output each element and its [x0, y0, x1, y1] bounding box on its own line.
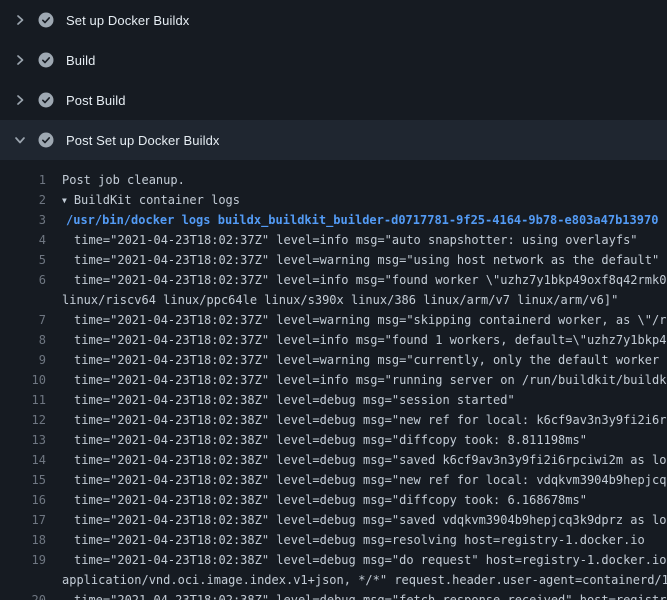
- check-circle-icon: [38, 92, 54, 108]
- line-number[interactable]: 18: [0, 533, 46, 547]
- log-text: time="2021-04-23T18:02:37Z" level=info m…: [62, 233, 638, 247]
- step-header[interactable]: Post Set up Docker Buildx: [0, 120, 667, 160]
- line-number[interactable]: 15: [0, 473, 46, 487]
- log-text: time="2021-04-23T18:02:37Z" level=info m…: [62, 373, 667, 387]
- line-number[interactable]: 12: [0, 413, 46, 427]
- log-line: linux/riscv64 linux/ppc64le linux/s390x …: [0, 290, 667, 310]
- log-text: linux/riscv64 linux/ppc64le linux/s390x …: [62, 293, 618, 307]
- chevron-right-icon: [12, 92, 28, 108]
- log-line: 19 time="2021-04-23T18:02:38Z" level=deb…: [0, 550, 667, 570]
- log-line: 9 time="2021-04-23T18:02:37Z" level=warn…: [0, 350, 667, 370]
- step-title: Set up Docker Buildx: [66, 13, 189, 28]
- log-text: time="2021-04-23T18:02:38Z" level=debug …: [62, 493, 587, 507]
- log-line: 14 time="2021-04-23T18:02:38Z" level=deb…: [0, 450, 667, 470]
- log-text: application/vnd.oci.image.index.v1+json,…: [62, 573, 667, 587]
- line-number[interactable]: 3: [0, 213, 46, 227]
- chevron-down-icon: [12, 132, 28, 148]
- step-title: Post Build: [66, 93, 126, 108]
- log-text: time="2021-04-23T18:02:38Z" level=debug …: [62, 593, 666, 600]
- log-line: 1 Post job cleanup.: [0, 170, 667, 190]
- line-number[interactable]: 20: [0, 593, 46, 600]
- chevron-right-icon: [12, 52, 28, 68]
- log-text: time="2021-04-23T18:02:38Z" level=debug …: [62, 533, 645, 547]
- line-number[interactable]: 7: [0, 313, 46, 327]
- log-line: 4 time="2021-04-23T18:02:37Z" level=info…: [0, 230, 667, 250]
- log-line: 15 time="2021-04-23T18:02:38Z" level=deb…: [0, 470, 667, 490]
- log-text: time="2021-04-23T18:02:38Z" level=debug …: [62, 393, 515, 407]
- step-header[interactable]: Set up Docker Buildx: [0, 0, 667, 40]
- log-line: 10 time="2021-04-23T18:02:37Z" level=inf…: [0, 370, 667, 390]
- log-line: 5 time="2021-04-23T18:02:37Z" level=warn…: [0, 250, 667, 270]
- log-line: 12 time="2021-04-23T18:02:38Z" level=deb…: [0, 410, 667, 430]
- line-number[interactable]: 9: [0, 353, 46, 367]
- line-number[interactable]: 4: [0, 233, 46, 247]
- log-line: 11 time="2021-04-23T18:02:38Z" level=deb…: [0, 390, 667, 410]
- line-number[interactable]: 5: [0, 253, 46, 267]
- line-number[interactable]: 17: [0, 513, 46, 527]
- log-line: 6 time="2021-04-23T18:02:37Z" level=info…: [0, 270, 667, 290]
- line-number[interactable]: 13: [0, 433, 46, 447]
- log-text: time="2021-04-23T18:02:38Z" level=debug …: [62, 553, 667, 567]
- log-text: time="2021-04-23T18:02:38Z" level=debug …: [62, 413, 667, 427]
- workflow-log-panel: Set up Docker Buildx Build Post Build Po…: [0, 0, 667, 600]
- check-circle-icon: [38, 12, 54, 28]
- line-number[interactable]: 19: [0, 553, 46, 567]
- log-line: 18 time="2021-04-23T18:02:38Z" level=deb…: [0, 530, 667, 550]
- log-line: 13 time="2021-04-23T18:02:38Z" level=deb…: [0, 430, 667, 450]
- log-text: time="2021-04-23T18:02:37Z" level=warnin…: [62, 353, 667, 367]
- log-text: time="2021-04-23T18:02:37Z" level=warnin…: [62, 253, 659, 267]
- log-line: 17 time="2021-04-23T18:02:38Z" level=deb…: [0, 510, 667, 530]
- log-output: 1 Post job cleanup. 2 ▼BuildKit containe…: [0, 160, 667, 600]
- log-line: 7 time="2021-04-23T18:02:37Z" level=warn…: [0, 310, 667, 330]
- step-header[interactable]: Build: [0, 40, 667, 80]
- line-number[interactable]: 16: [0, 493, 46, 507]
- log-text: time="2021-04-23T18:02:37Z" level=info m…: [62, 273, 667, 287]
- log-line: 16 time="2021-04-23T18:02:38Z" level=deb…: [0, 490, 667, 510]
- line-number[interactable]: 1: [0, 173, 46, 187]
- triangle-down-icon: ▼: [62, 196, 67, 205]
- step-title: Build: [66, 53, 95, 68]
- log-line: application/vnd.oci.image.index.v1+json,…: [0, 570, 667, 590]
- line-number[interactable]: 11: [0, 393, 46, 407]
- steps-list: Set up Docker Buildx Build Post Build Po…: [0, 0, 667, 160]
- log-text: time="2021-04-23T18:02:38Z" level=debug …: [62, 473, 667, 487]
- chevron-right-icon: [12, 12, 28, 28]
- log-text: /usr/bin/docker logs buildx_buildkit_bui…: [62, 213, 658, 227]
- line-number[interactable]: 10: [0, 373, 46, 387]
- line-number[interactable]: 14: [0, 453, 46, 467]
- log-text: time="2021-04-23T18:02:37Z" level=warnin…: [62, 313, 667, 327]
- log-line: 3 /usr/bin/docker logs buildx_buildkit_b…: [0, 210, 667, 230]
- log-line: 8 time="2021-04-23T18:02:37Z" level=info…: [0, 330, 667, 350]
- line-number[interactable]: 2: [0, 193, 46, 207]
- line-number[interactable]: 6: [0, 273, 46, 287]
- check-circle-icon: [38, 52, 54, 68]
- log-text: Post job cleanup.: [62, 173, 185, 187]
- log-text: time="2021-04-23T18:02:38Z" level=debug …: [62, 513, 667, 527]
- log-line: 2 ▼BuildKit container logs: [0, 190, 667, 210]
- log-text: time="2021-04-23T18:02:38Z" level=debug …: [62, 453, 667, 467]
- step-title: Post Set up Docker Buildx: [66, 133, 220, 148]
- log-text[interactable]: ▼BuildKit container logs: [62, 193, 240, 207]
- log-text: time="2021-04-23T18:02:38Z" level=debug …: [62, 433, 587, 447]
- line-number[interactable]: 8: [0, 333, 46, 347]
- check-circle-icon: [38, 132, 54, 148]
- log-text: time="2021-04-23T18:02:37Z" level=info m…: [62, 333, 667, 347]
- step-header[interactable]: Post Build: [0, 80, 667, 120]
- log-line: 20 time="2021-04-23T18:02:38Z" level=deb…: [0, 590, 667, 600]
